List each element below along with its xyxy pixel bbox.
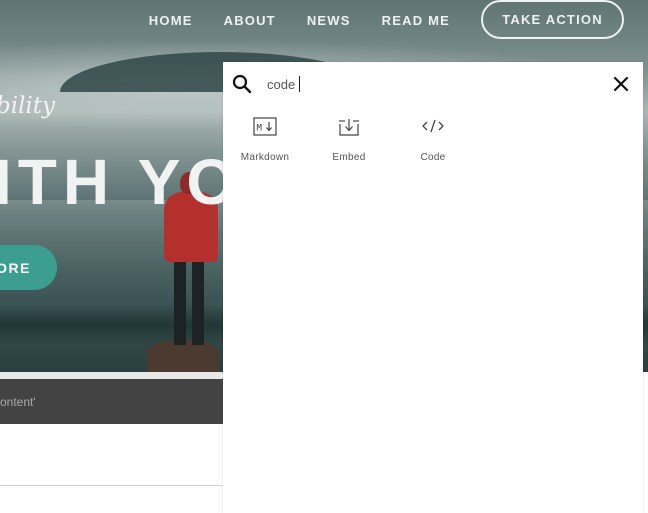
top-nav: HOME ABOUT NEWS READ ME (149, 0, 450, 40)
hero-learn-more-button[interactable]: ORE (0, 245, 57, 290)
section-gap (0, 372, 223, 379)
nav-link-about[interactable]: ABOUT (224, 13, 276, 28)
nav-link-news[interactable]: NEWS (307, 13, 351, 28)
hero-title: ITH YO (0, 146, 243, 218)
take-action-button[interactable]: TAKE ACTION (481, 0, 624, 39)
nav-link-read-me[interactable]: READ ME (382, 13, 450, 28)
code-icon (422, 119, 444, 133)
svg-text:M: M (257, 124, 263, 134)
block-search-panel: M Markdown Embed Code (223, 62, 643, 513)
nav-link-home[interactable]: HOME (149, 13, 193, 28)
embed-icon (339, 119, 359, 136)
content-bar-text: ontent' (0, 395, 36, 409)
result-label: Embed (332, 152, 366, 163)
content-bar: ontent' (0, 379, 223, 424)
hero-script-text: bility (0, 93, 56, 119)
search-input[interactable] (267, 75, 567, 93)
result-label: Markdown (240, 152, 290, 163)
search-icon[interactable] (232, 74, 252, 94)
close-icon[interactable] (612, 75, 630, 93)
text-caret (299, 76, 300, 92)
result-markdown[interactable]: M Markdown (223, 112, 307, 172)
result-embed[interactable]: Embed (307, 112, 391, 172)
result-label: Code (420, 152, 446, 163)
result-code[interactable]: Code (391, 112, 475, 172)
content-divider (0, 485, 223, 486)
markdown-icon: M (253, 117, 277, 136)
